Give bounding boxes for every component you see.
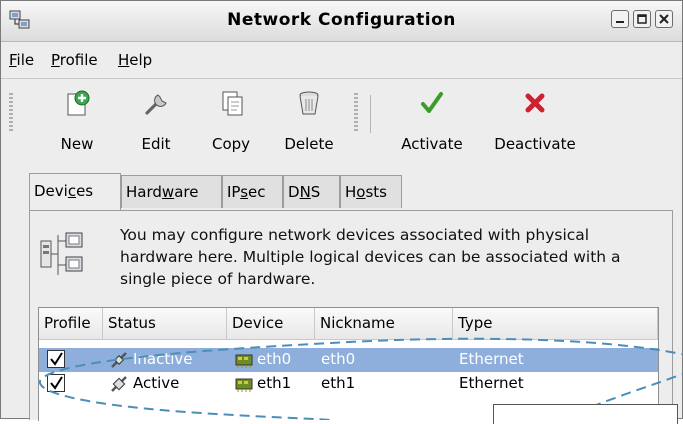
profile-checkbox[interactable] (47, 350, 65, 368)
toolbar-separator-grip[interactable] (354, 93, 358, 133)
status-cell: Active (133, 374, 180, 392)
table-row[interactable]: Active eth1 eth1 Ethernet (39, 372, 658, 396)
tab-ipsec[interactable]: IPsec (222, 175, 283, 208)
minimize-icon (616, 21, 624, 23)
title-bar[interactable]: Network Configuration (1, 1, 682, 42)
network-devices-icon (40, 232, 83, 275)
maximize-button[interactable] (633, 10, 651, 28)
menu-help[interactable]: Help (118, 51, 152, 69)
deactivate-button-label: Deactivate (494, 135, 576, 153)
activate-button[interactable]: Activate (389, 83, 475, 155)
device-cell: eth0 (257, 350, 292, 368)
status-connector-icon (111, 352, 127, 368)
new-button[interactable]: New (35, 83, 119, 155)
nickname-cell: eth1 (321, 374, 356, 392)
toolbar: New Edit Copy Delete Activate Deactivate (1, 79, 682, 161)
network-configuration-window: Network Configuration File Profile Help … (0, 0, 683, 424)
delete-button[interactable]: Delete (269, 83, 349, 155)
type-cell: Ethernet (459, 374, 524, 392)
trash-icon (299, 91, 319, 115)
close-icon (659, 14, 669, 24)
new-button-label: New (60, 135, 94, 153)
minimize-button[interactable] (611, 10, 629, 28)
column-header-type[interactable]: Type (453, 308, 658, 340)
window-title: Network Configuration (227, 10, 456, 30)
annotation-callout-box (493, 404, 678, 424)
toolbar-grip[interactable] (9, 93, 13, 133)
profile-checkbox[interactable] (47, 374, 65, 392)
tab-dns[interactable]: DNS (283, 175, 340, 208)
status-cell: Inactive (133, 350, 193, 368)
copy-icon (222, 91, 243, 116)
checkmark-icon (50, 352, 63, 366)
status-connector-icon (111, 376, 127, 392)
delete-button-label: Delete (284, 135, 334, 153)
table-row[interactable]: Inactive eth0 eth0 Ethernet (39, 348, 658, 372)
info-description: You may configure network devices associ… (120, 226, 621, 288)
new-icon (67, 90, 90, 116)
column-header-device[interactable]: Device (227, 308, 315, 340)
devices-tab-panel: You may configure network devices associ… (29, 210, 673, 421)
edit-button[interactable]: Edit (125, 83, 187, 155)
menu-bar: File Profile Help (1, 42, 682, 79)
toolbar-separator (370, 95, 371, 133)
edit-button-label: Edit (141, 135, 171, 153)
column-header-status[interactable]: Status (103, 308, 227, 340)
device-cell: eth1 (257, 374, 292, 392)
copy-button-label: Copy (211, 135, 251, 153)
close-button[interactable] (655, 10, 673, 28)
maximize-icon (637, 14, 647, 24)
nickname-cell: eth0 (321, 350, 356, 368)
column-header-nickname[interactable]: Nickname (315, 308, 453, 340)
copy-button[interactable]: Copy (197, 83, 265, 155)
column-header-profile[interactable]: Profile (39, 308, 103, 340)
activate-button-label: Activate (401, 135, 463, 153)
x-icon (525, 93, 545, 113)
tab-hosts[interactable]: Hosts (340, 175, 402, 208)
tab-devices[interactable]: Devices (29, 173, 121, 210)
deactivate-button[interactable]: Deactivate (483, 83, 587, 155)
wrench-icon (145, 94, 167, 115)
tab-hardware[interactable]: Hardware (121, 175, 222, 208)
network-card-icon (235, 354, 253, 368)
network-card-icon (235, 378, 253, 392)
menu-file[interactable]: File (9, 51, 34, 69)
checkmark-icon (421, 92, 443, 113)
checkmark-icon (50, 376, 63, 390)
type-cell: Ethernet (459, 350, 524, 368)
menu-profile[interactable]: Profile (51, 51, 98, 69)
